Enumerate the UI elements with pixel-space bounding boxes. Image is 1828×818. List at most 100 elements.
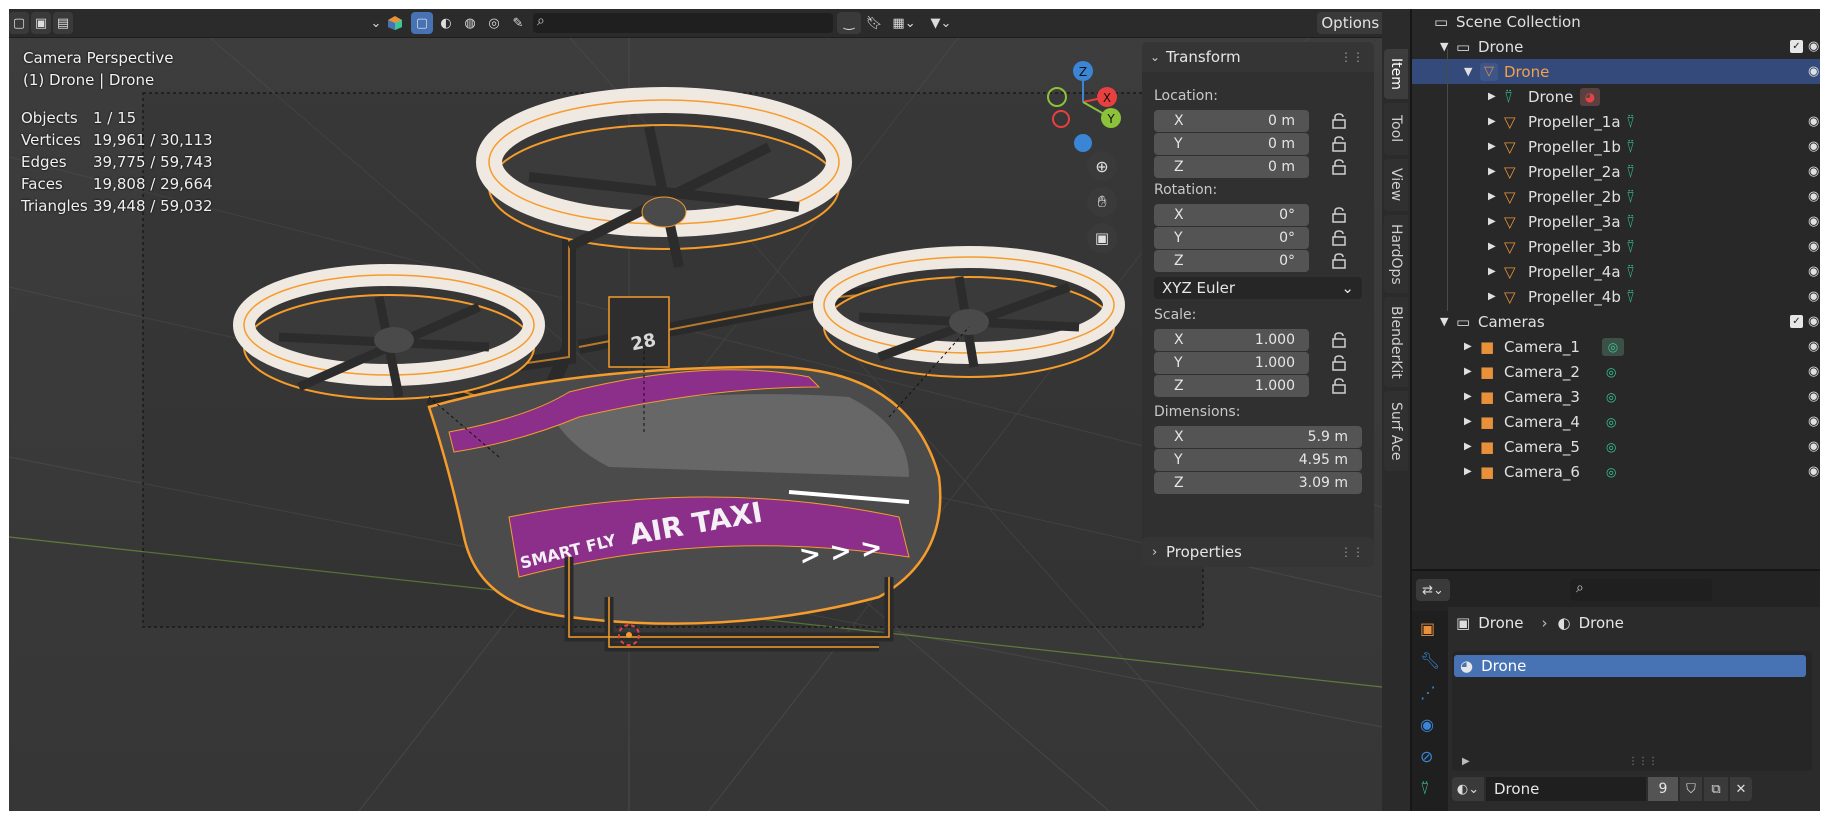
rotation-mode-select[interactable]: XYZ Euler ⌄	[1154, 277, 1362, 299]
outliner-collection-drone[interactable]: ▼ ▭ Drone ✓ ◉	[1412, 34, 1820, 59]
location-y-field[interactable]: Y0 m	[1154, 133, 1309, 155]
outliner-object-camera[interactable]: ▶ ■ Camera_2 ◎ ◉	[1412, 359, 1820, 384]
outliner-mesh-drone[interactable]: ▶ ⍢ Drone ◕	[1412, 84, 1820, 109]
camera-data-icon[interactable]: ◎	[1606, 465, 1616, 479]
breadcrumb-material[interactable]: Drone	[1579, 614, 1624, 632]
3d-viewport[interactable]: AIR TAXI SMART FLY 28 > > > ▢ ▣ ▤ ⌄ ▢ ◐ …	[9, 9, 1382, 811]
outliner-object-camera[interactable]: ▶ ■ Camera_5 ◎ ◉	[1412, 434, 1820, 459]
eye-icon[interactable]: ◉	[1808, 139, 1819, 154]
properties-panel-header[interactable]: › Properties ⋮⋮	[1142, 537, 1374, 567]
tab-tool[interactable]: Tool	[1384, 103, 1408, 155]
dimensions-y-field[interactable]: Y 4.95 m	[1154, 449, 1362, 471]
rotation-y-field[interactable]: Y 0°	[1154, 227, 1309, 249]
navigation-gizmo[interactable]: Z X Y	[1029, 53, 1129, 253]
material-icon[interactable]: ◕	[1580, 87, 1600, 106]
viewport-search-input[interactable]: ⌕	[533, 13, 833, 33]
lock-icon[interactable]	[1330, 135, 1348, 153]
eye-icon[interactable]: ◉	[1808, 114, 1819, 129]
material-slot-item[interactable]: ◕ Drone	[1454, 655, 1806, 677]
options-button[interactable]: Options ⌄	[1317, 12, 1382, 34]
close-icon[interactable]: ✕	[1730, 777, 1752, 801]
outliner-object-camera[interactable]: ▶ ■ Camera_4 ◎ ◉	[1412, 409, 1820, 434]
constraints-icon[interactable]: ⊘	[1420, 747, 1433, 766]
dimensions-z-field[interactable]: Z 3.09 m	[1154, 472, 1362, 494]
outliner-object-propeller[interactable]: ▶ ▽ Propeller_1a ⍢ ◉	[1412, 109, 1820, 134]
outliner-object-propeller[interactable]: ▶ ▽ Propeller_4a ⍢ ◉	[1412, 259, 1820, 284]
dimensions-x-field[interactable]: X 5.9 m	[1154, 426, 1362, 448]
layout-icon[interactable]: ▦⌄	[887, 12, 921, 34]
lock-icon[interactable]	[1330, 112, 1348, 130]
rotation-z-field[interactable]: Z 0°	[1154, 250, 1309, 272]
physics-icon[interactable]: ◉	[1420, 715, 1434, 734]
rotation-x-field[interactable]: X 0°	[1154, 204, 1309, 226]
mesh-data-icon[interactable]: ⍢	[1626, 288, 1635, 306]
mesh-data-icon[interactable]: ⍢	[1626, 163, 1635, 181]
camera-data-icon[interactable]: ◎	[1606, 390, 1616, 404]
brush-icon[interactable]: ✎	[507, 12, 529, 34]
outliner-object-drone[interactable]: ▼ ▽ Drone ◉	[1412, 59, 1820, 84]
eye-icon[interactable]: ◉	[1808, 414, 1819, 429]
outliner-object-propeller[interactable]: ▶ ▽ Propeller_3a ⍢ ◉	[1412, 209, 1820, 234]
checkbox-icon[interactable]: ✓	[1790, 315, 1803, 328]
eye-icon[interactable]: ◉	[1808, 189, 1819, 204]
eye-icon[interactable]: ◉	[1808, 39, 1819, 54]
eye-icon[interactable]: ◉	[1808, 439, 1819, 454]
camera-data-icon[interactable]: ◎	[1606, 365, 1616, 379]
select-box-icon[interactable]: ▢	[9, 12, 29, 34]
mesh-data-icon[interactable]: ⍢	[1626, 263, 1635, 281]
outliner-object-propeller[interactable]: ▶ ▽ Propeller_4b ⍢ ◉	[1412, 284, 1820, 309]
lock-icon[interactable]	[1330, 229, 1348, 247]
outliner-object-camera[interactable]: ▶ ■ Camera_3 ◎ ◉	[1412, 384, 1820, 409]
material-slot-list[interactable]: ◕ Drone ▶ ⋮⋮⋮	[1452, 651, 1812, 771]
user-count-field[interactable]: 9	[1648, 777, 1678, 801]
outliner-collection-cameras[interactable]: ▼ ▭ Cameras ✓ ◉	[1412, 309, 1820, 334]
lock-icon[interactable]	[1330, 206, 1348, 224]
breadcrumb-object[interactable]: Drone	[1478, 614, 1523, 632]
mesh-data-icon[interactable]: ⍢	[1626, 113, 1635, 131]
pan-hand-icon[interactable]: ✋︎	[1087, 187, 1117, 217]
eye-icon[interactable]: ◉	[1808, 389, 1819, 404]
zoom-icon[interactable]: ⊕	[1087, 151, 1117, 181]
outliner-scene-collection[interactable]: ▭ Scene Collection	[1412, 9, 1820, 34]
mesh-data-icon[interactable]: ⍢	[1420, 779, 1430, 799]
eye-icon[interactable]: ◉	[1808, 264, 1819, 279]
outliner-object-propeller[interactable]: ▶ ▽ Propeller_1b ⍢ ◉	[1412, 134, 1820, 159]
wrench-icon[interactable]: 🔧︎	[1420, 651, 1440, 670]
show-gizmo-icon[interactable]	[385, 12, 405, 34]
lock-icon[interactable]	[1330, 331, 1348, 349]
outliner-object-camera[interactable]: ▶ ■ Camera_6 ◎ ◉	[1412, 459, 1820, 484]
outliner-object-camera[interactable]: ▶ ■ Camera_1 ◎ ◉	[1412, 334, 1820, 359]
chevron-right-icon[interactable]: ▶	[1462, 756, 1470, 767]
select-extend-icon[interactable]: ▣	[31, 12, 51, 34]
mesh-data-icon[interactable]: ⍢	[1626, 238, 1635, 256]
material-name-field[interactable]: Drone	[1486, 777, 1646, 801]
material-browse-button[interactable]: ◐⌄	[1452, 777, 1484, 801]
particles-icon[interactable]: ⋰	[1420, 683, 1436, 702]
eye-icon[interactable]: ◉	[1808, 364, 1819, 379]
lock-icon[interactable]	[1330, 354, 1348, 372]
eye-icon[interactable]: ◉	[1808, 164, 1819, 179]
outliner-object-propeller[interactable]: ▶ ▽ Propeller_2a ⍢ ◉	[1412, 159, 1820, 184]
camera-data-icon[interactable]: ◎	[1606, 440, 1616, 454]
scale-z-field[interactable]: Z 1.000	[1154, 375, 1309, 397]
xray-toggle-icon[interactable]: ▢	[411, 12, 433, 34]
properties-search-input[interactable]: ⌕	[1570, 579, 1712, 601]
drag-handle-icon[interactable]: ⋮⋮	[1340, 545, 1364, 559]
eye-icon[interactable]: ◉	[1808, 214, 1819, 229]
shading-solid-icon[interactable]: ◐	[435, 12, 457, 34]
camera-data-icon[interactable]: ◎	[1602, 337, 1624, 356]
tab-blenderkit[interactable]: BlenderKit	[1384, 297, 1408, 387]
duplicate-icon[interactable]: ⧉	[1704, 777, 1728, 801]
eye-icon[interactable]: ◉	[1808, 314, 1819, 329]
bookmark-icon[interactable]: 🔖︎	[863, 12, 885, 34]
object-properties-icon[interactable]: ▣	[1420, 619, 1435, 638]
shading-material-icon[interactable]: ◍	[459, 12, 481, 34]
select-subtract-icon[interactable]: ▤	[53, 12, 73, 34]
camera-data-icon[interactable]: ◎	[1606, 415, 1616, 429]
tab-view[interactable]: View	[1384, 159, 1408, 211]
drag-handle-icon[interactable]: ⋮⋮	[1340, 50, 1364, 64]
eye-icon[interactable]: ◉	[1808, 64, 1819, 79]
lock-icon[interactable]	[1330, 377, 1348, 395]
lock-icon[interactable]	[1330, 252, 1348, 270]
editor-type-button[interactable]: ⇄⌄	[1416, 579, 1450, 601]
